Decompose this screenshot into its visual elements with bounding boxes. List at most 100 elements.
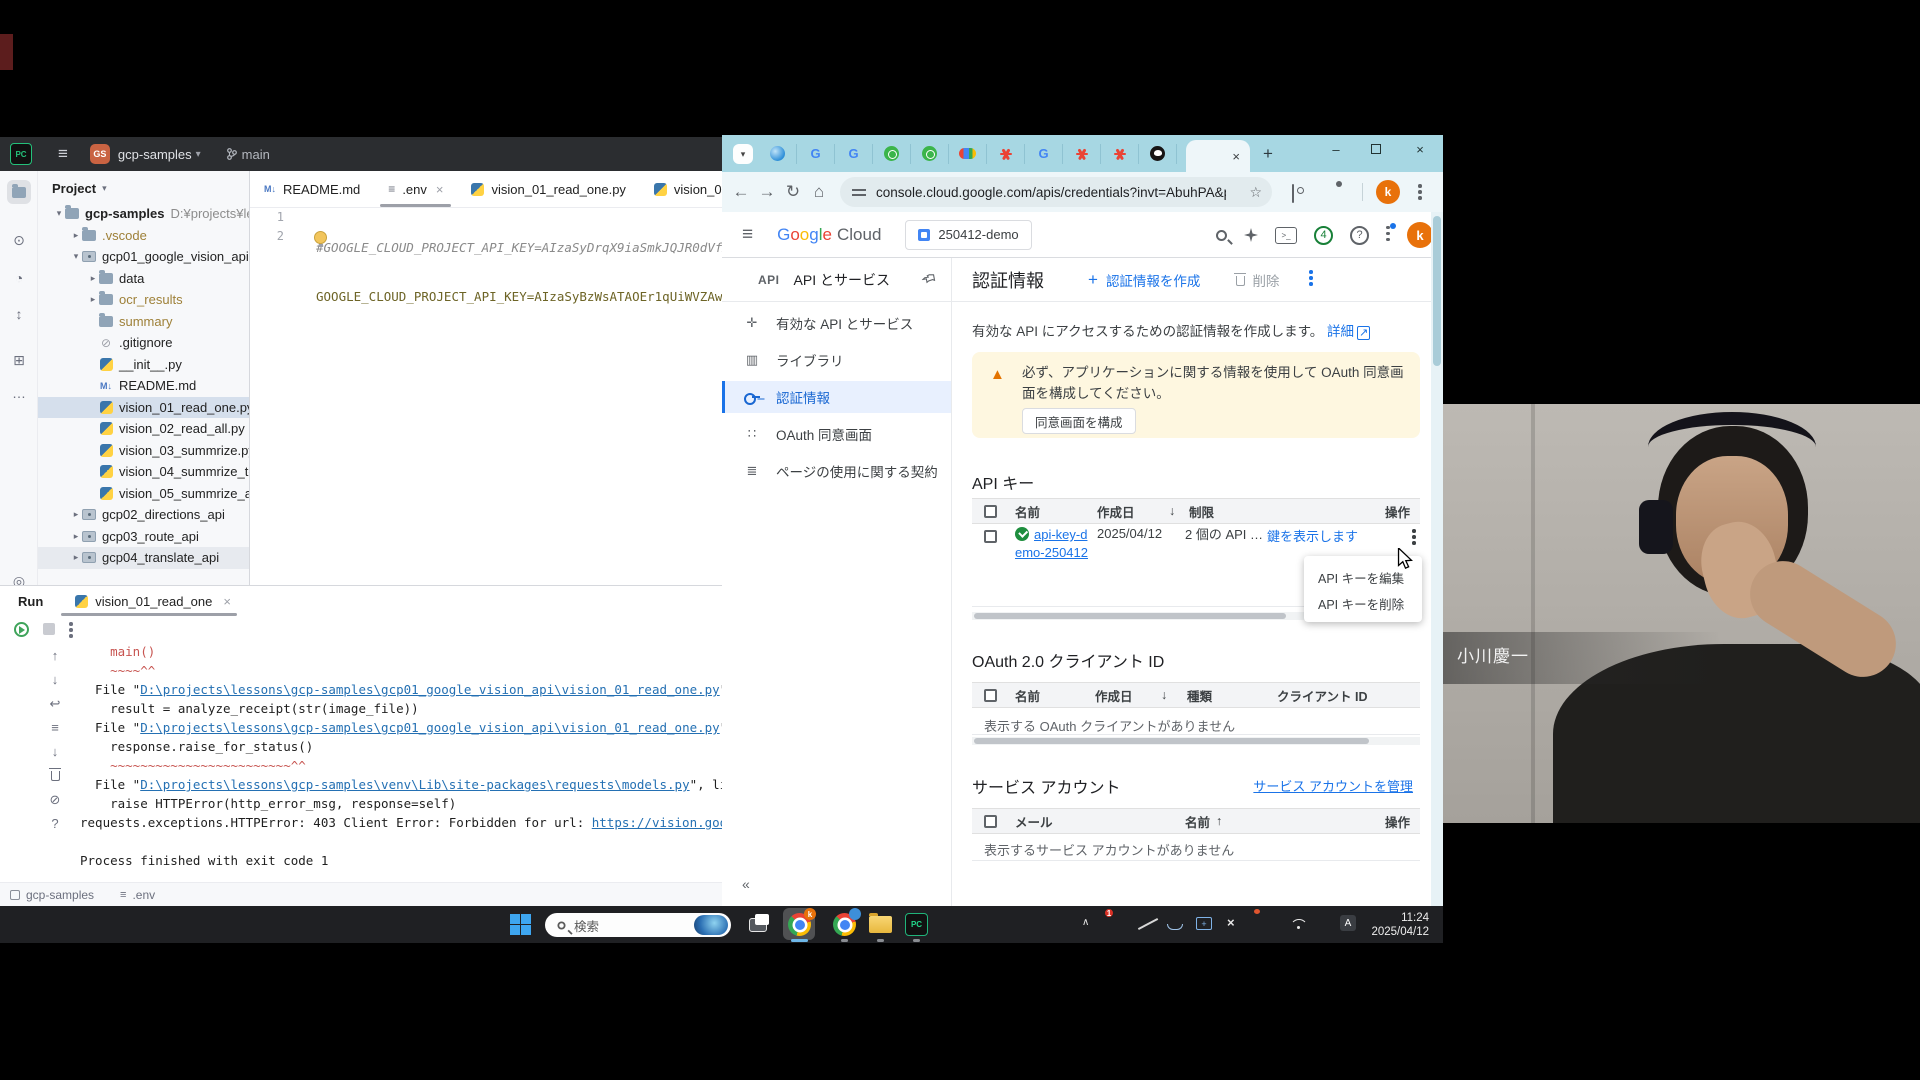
editor-tab-vision_01_read_one.py[interactable]: vision_01_read_one.py xyxy=(457,171,639,207)
configure-consent-button[interactable]: 同意画面を構成 xyxy=(1022,408,1136,434)
commit-tool-icon[interactable]: ⊙ xyxy=(7,228,31,252)
chrome-menu-icon[interactable] xyxy=(1418,183,1422,204)
editor-tab-.env[interactable]: ≡.env× xyxy=(374,171,457,207)
create-credentials-button[interactable]: + 認証情報を作成 xyxy=(1088,270,1200,290)
filter-icon[interactable]: ≡ xyxy=(44,720,66,744)
pinned-tab-green-app[interactable] xyxy=(910,144,948,164)
reload-icon[interactable]: ↻ xyxy=(780,182,806,202)
editor-tab-vision_02_read_all.[interactable]: vision_02_read_all. xyxy=(640,171,722,207)
close-window-button[interactable]: × xyxy=(1410,142,1430,157)
gcp-nav-menu-icon[interactable]: ≡ xyxy=(742,224,753,246)
intention-bulb-icon[interactable] xyxy=(314,231,327,244)
delete-button[interactable]: 削除 xyxy=(1236,270,1279,290)
pin-icon[interactable] xyxy=(920,270,938,289)
page-scrollbar[interactable] xyxy=(1431,212,1443,906)
tree-item-README.md[interactable]: M↓README.md xyxy=(38,375,250,397)
taskbar-chrome-2[interactable] xyxy=(832,912,857,937)
main-menu-icon[interactable]: ≡ xyxy=(58,144,68,164)
row-checkbox[interactable] xyxy=(984,530,997,543)
tree-item-__init__.py[interactable]: __init__.py xyxy=(38,354,250,376)
more-options-icon[interactable] xyxy=(69,621,73,637)
tree-item-vision_04_summrize_to_files[interactable]: vision_04_summrize_to_files xyxy=(38,461,250,483)
more-tool-icon[interactable]: … xyxy=(7,381,31,405)
tree-item-data[interactable]: ▸data xyxy=(38,268,250,290)
taskbar-search[interactable]: 検索 xyxy=(545,913,731,937)
taskbar-clock[interactable]: 11:24 2025/04/12 xyxy=(1371,911,1429,939)
site-settings-icon[interactable] xyxy=(852,187,866,197)
tree-chevron-icon[interactable]: ▸ xyxy=(70,552,82,563)
google-cloud-logo[interactable]: GoogleCloud xyxy=(777,225,881,245)
collapse-nav-icon[interactable]: « xyxy=(742,876,750,892)
manage-service-accounts-link[interactable]: サービス アカウントを管理 xyxy=(1253,776,1413,795)
cloud-shell-icon[interactable]: >_ xyxy=(1275,227,1297,244)
scroll-down-icon[interactable]: ↓ xyxy=(44,672,66,696)
help-icon[interactable]: ? xyxy=(44,816,66,840)
address-bar[interactable]: console.cloud.google.com/apis/credential… xyxy=(840,177,1272,207)
tree-chevron-icon[interactable]: ▸ xyxy=(87,273,99,284)
clear-icon[interactable] xyxy=(44,768,66,792)
tree-item-summary[interactable]: summary xyxy=(38,311,250,333)
tree-item-gcp02_directions_api[interactable]: ▸gcp02_directions_api xyxy=(38,504,250,526)
select-all-checkbox[interactable] xyxy=(984,505,997,518)
menu-item-API キーを削除[interactable]: API キーを削除 xyxy=(1304,590,1422,616)
tray-chevron-icon[interactable]: ∧ xyxy=(1082,917,1089,928)
bookmark-star-icon[interactable]: ☆ xyxy=(1249,184,1262,201)
gcp-account-avatar[interactable]: k xyxy=(1407,222,1433,248)
taskbar-chrome-1[interactable]: k xyxy=(787,912,812,937)
tree-item-gcp-samples[interactable]: ▾gcp-samplesD:¥projects¥lessons xyxy=(38,203,250,225)
tree-item-ocr_results[interactable]: ▸ocr_results xyxy=(38,289,250,311)
sort-asc-icon[interactable]: ↑ xyxy=(1216,814,1242,828)
sort-desc-icon[interactable]: ↓ xyxy=(1169,504,1189,518)
project-badge[interactable]: GS xyxy=(90,144,110,164)
sidebar-item-enabled-apis[interactable]: ✛有効な API とサービス xyxy=(722,307,951,339)
pinned-tab-google[interactable]: G xyxy=(1024,144,1062,164)
learn-more-link[interactable]: 詳細 xyxy=(1327,324,1354,339)
pinned-tab-google[interactable]: G xyxy=(796,144,834,164)
tree-chevron-icon[interactable]: ▸ xyxy=(70,531,82,542)
page-more-icon[interactable] xyxy=(1309,269,1313,290)
forward-icon[interactable]: → xyxy=(754,182,780,202)
project-tool-icon[interactable] xyxy=(7,180,31,204)
sort-desc-icon[interactable]: ↓ xyxy=(1161,688,1187,702)
notifications-badge[interactable]: 4 xyxy=(1314,226,1333,245)
tree-item-vision_05_summrize_all_to_f[interactable]: vision_05_summrize_all_to_f xyxy=(38,483,250,505)
pinned-tab-red-asterisk[interactable] xyxy=(986,144,1024,164)
screenshot-icon[interactable] xyxy=(1292,185,1294,203)
taskbar-file-explorer[interactable] xyxy=(868,912,893,937)
gemini-icon[interactable] xyxy=(1244,228,1258,242)
close-icon[interactable]: × xyxy=(223,594,231,609)
project-selector[interactable]: 250412-demo xyxy=(905,220,1031,250)
tree-item-.vscode[interactable]: ▸.vscode xyxy=(38,225,250,247)
sidebar-item-library[interactable]: ▥ライブラリ xyxy=(722,344,951,376)
status-file[interactable]: ≡ .env xyxy=(120,888,155,902)
start-button[interactable] xyxy=(508,912,533,937)
console-link[interactable]: D:\projects\lessons\gcp-samples\gcp01_go… xyxy=(140,682,719,697)
taskbar-pycharm[interactable]: PC xyxy=(904,912,929,937)
pinned-tab-github[interactable] xyxy=(1138,144,1176,164)
pause-icon[interactable]: ⊘ xyxy=(44,792,66,816)
console-link[interactable]: https://vision.googleapis.com/v1/ xyxy=(592,815,722,830)
sidebar-item-credentials[interactable]: 認証情報 xyxy=(722,381,951,413)
back-icon[interactable]: ← xyxy=(728,182,754,202)
tree-chevron-icon[interactable]: ▾ xyxy=(70,251,82,262)
structure-tool-icon[interactable]: ⊞ xyxy=(7,348,31,372)
close-tab-icon[interactable]: × xyxy=(1232,149,1240,164)
active-tab[interactable]: × xyxy=(1186,140,1250,172)
learn-tool-icon[interactable]: ◔ xyxy=(7,266,31,290)
soft-wrap-icon[interactable]: ↩ xyxy=(44,696,66,720)
run-tab[interactable]: vision_01_read_one × xyxy=(75,586,231,616)
editor-code[interactable]: #GOOGLE_CLOUD_PROJECT_API_KEY=AIzaSyDrqX… xyxy=(316,208,722,336)
select-all-checkbox[interactable] xyxy=(984,815,997,828)
editor-tab-README.md[interactable]: M↓README.md xyxy=(250,171,374,207)
pinned-tab-green-app[interactable] xyxy=(872,144,910,164)
tree-item-gcp01_google_vision_api[interactable]: ▾gcp01_google_vision_api xyxy=(38,246,250,268)
project-panel-header[interactable]: Project ▾ xyxy=(52,181,107,196)
stop-button[interactable] xyxy=(43,623,55,635)
chrome-profile-avatar[interactable]: k xyxy=(1376,180,1400,204)
rerun-button[interactable] xyxy=(14,622,29,637)
console-link[interactable]: D:\projects\lessons\gcp-samples\venv\Lib… xyxy=(140,777,689,792)
scroll-up-icon[interactable]: ↑ xyxy=(44,648,66,672)
git-branch-button[interactable]: main xyxy=(227,147,270,162)
pinned-tab-google[interactable]: G xyxy=(834,144,872,164)
ime-language-icon[interactable]: A xyxy=(1340,915,1356,931)
